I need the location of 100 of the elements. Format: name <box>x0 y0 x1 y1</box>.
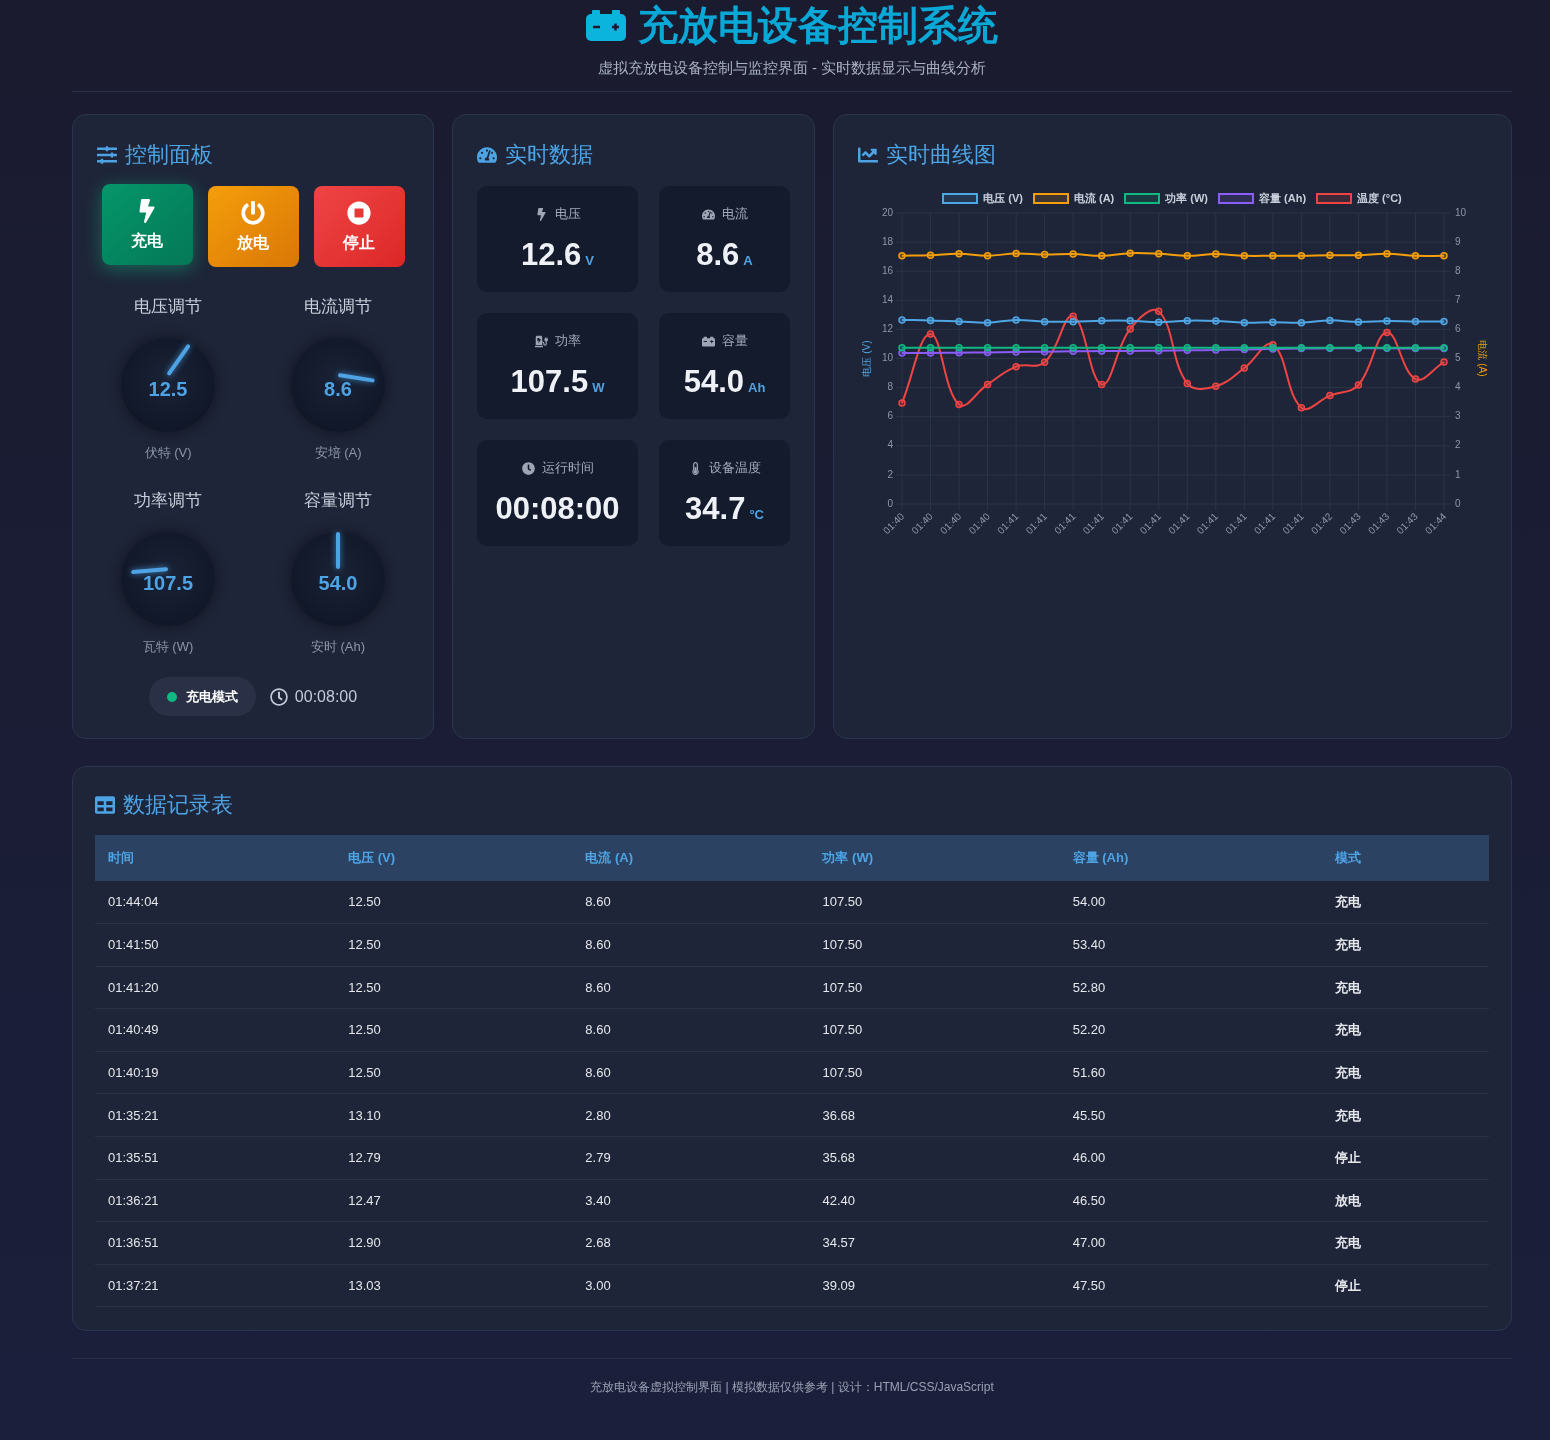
column-header: 容量 (Ah) <box>1059 835 1322 881</box>
point <box>1012 343 1020 352</box>
table-cell: 12.90 <box>335 1221 573 1265</box>
table-cell: 停止 <box>1321 1136 1489 1180</box>
point <box>1126 316 1134 325</box>
point <box>1097 343 1106 352</box>
point <box>1183 379 1192 388</box>
table-cell: 107.50 <box>809 1008 1060 1052</box>
panel-title: 实时曲线图 <box>886 141 996 169</box>
legend-swatch-icon <box>942 192 979 204</box>
point <box>1212 382 1220 391</box>
unit-label: 伏特 (V) <box>144 444 192 462</box>
charging-station-icon <box>534 334 548 348</box>
legend-label[interactable]: 温度 (°C) <box>1357 191 1402 205</box>
knob-indicator[interactable] <box>166 343 191 377</box>
point <box>1240 318 1249 327</box>
knob[interactable]: 8.6 <box>291 338 385 432</box>
point <box>1440 317 1448 326</box>
point <box>926 349 935 357</box>
table-cell: 51.60 <box>1059 1051 1322 1094</box>
point <box>983 380 992 389</box>
table-cell: 45.50 <box>1059 1093 1322 1137</box>
table-cell: 01:44:04 <box>95 881 336 924</box>
table-cell: 充电 <box>1321 966 1489 1009</box>
legend-label[interactable]: 电压 (V) <box>983 191 1023 205</box>
knob[interactable]: 12.5 <box>121 338 215 432</box>
mode-button[interactable]: 停止 <box>313 186 405 267</box>
knob[interactable]: 54.0 <box>291 532 385 626</box>
axis-tick-label: 0 <box>1455 497 1461 509</box>
knob[interactable]: 107.5 <box>121 532 215 626</box>
tile-label: 运行时间 <box>541 459 594 477</box>
table-cell: 2.80 <box>572 1093 810 1137</box>
knob-indicator[interactable] <box>337 373 375 383</box>
table-cell: 34.57 <box>809 1221 1060 1265</box>
table-cell: 107.50 <box>809 881 1060 924</box>
axis-tick-label: 7 <box>1455 293 1461 305</box>
point <box>1097 316 1106 325</box>
table-cell: 充电 <box>1321 923 1489 967</box>
point <box>1411 317 1420 326</box>
unit-label: 瓦特 (W) <box>142 638 194 656</box>
unit-label: 安培 (A) <box>314 444 362 462</box>
tile-unit: Ah <box>748 380 766 396</box>
clock-icon <box>521 461 535 475</box>
table-cell: 充电 <box>1321 881 1489 924</box>
table-cell: 107.50 <box>809 923 1060 967</box>
point <box>955 400 963 409</box>
legend-label[interactable]: 容量 (Ah) <box>1259 191 1307 205</box>
gauge-icon <box>477 144 497 165</box>
axis-tick-label: 8 <box>1455 264 1461 276</box>
axis-tick-label: 12 <box>881 323 893 335</box>
point <box>1354 381 1363 389</box>
point <box>1383 328 1391 337</box>
knob-indicator[interactable] <box>130 567 169 575</box>
table-cell: 12.47 <box>335 1179 573 1222</box>
page-subtitle: 虚拟充放电设备控制与监控界面 - 实时数据显示与曲线分析 <box>597 58 987 78</box>
battery-icon <box>701 334 715 348</box>
table-cell: 36.68 <box>809 1093 1060 1137</box>
table-cell: 54.00 <box>1059 881 1322 924</box>
point <box>1183 316 1192 325</box>
column-header: 时间 <box>95 835 336 881</box>
axis-tick-label: 20 <box>881 206 893 218</box>
point <box>1069 317 1077 326</box>
axis-tick-label: 2 <box>887 468 893 480</box>
table-cell: 8.60 <box>572 923 810 967</box>
table-cell: 12.50 <box>335 1051 573 1094</box>
table-cell: 3.40 <box>572 1179 810 1222</box>
point <box>1012 316 1020 324</box>
knob-value: 54.0 <box>318 574 358 592</box>
tile-value: 12.6 <box>521 237 582 273</box>
legend-label[interactable]: 电流 (A) <box>1073 191 1115 205</box>
table-cell: 01:35:21 <box>95 1093 336 1137</box>
axis-tick-label: 2 <box>1455 439 1461 451</box>
mode-button[interactable]: 充电 <box>101 184 193 265</box>
point <box>1040 358 1049 367</box>
point <box>898 343 906 352</box>
table-cell: 12.79 <box>335 1136 573 1180</box>
table-cell: 01:36:21 <box>95 1179 336 1222</box>
axis-tick-label: 18 <box>881 235 893 247</box>
table-cell: 01:35:51 <box>95 1136 336 1180</box>
table-cell: 01:36:51 <box>95 1221 336 1265</box>
table-cell: 46.50 <box>1059 1179 1322 1222</box>
point <box>1354 318 1363 326</box>
table-cell: 12.50 <box>335 923 573 967</box>
legend-label[interactable]: 功率 (W) <box>1165 191 1208 205</box>
battery-icon <box>586 9 626 41</box>
point <box>1383 317 1391 325</box>
footer-text: 充放电设备虚拟控制界面 | 模拟数据仅供参考 | 设计：HTML/CSS/JavaScript <box>590 1379 994 1397</box>
point <box>1326 316 1334 325</box>
table-cell: 01:41:50 <box>95 923 336 967</box>
tile-unit: V <box>585 253 594 269</box>
gauge-icon <box>701 207 715 221</box>
point <box>898 399 906 407</box>
table-cell: 8.60 <box>572 1051 810 1094</box>
unit-label: 安时 (Ah) <box>310 638 366 656</box>
table-cell: 充电 <box>1321 1093 1489 1137</box>
tile-value: 00:08:00 <box>495 491 620 527</box>
axis-title: 电压 (V) <box>861 340 872 377</box>
table-cell: 12.50 <box>335 1008 573 1052</box>
panel-title: 控制面板 <box>125 141 213 169</box>
axis-tick-label: 16 <box>881 264 893 276</box>
